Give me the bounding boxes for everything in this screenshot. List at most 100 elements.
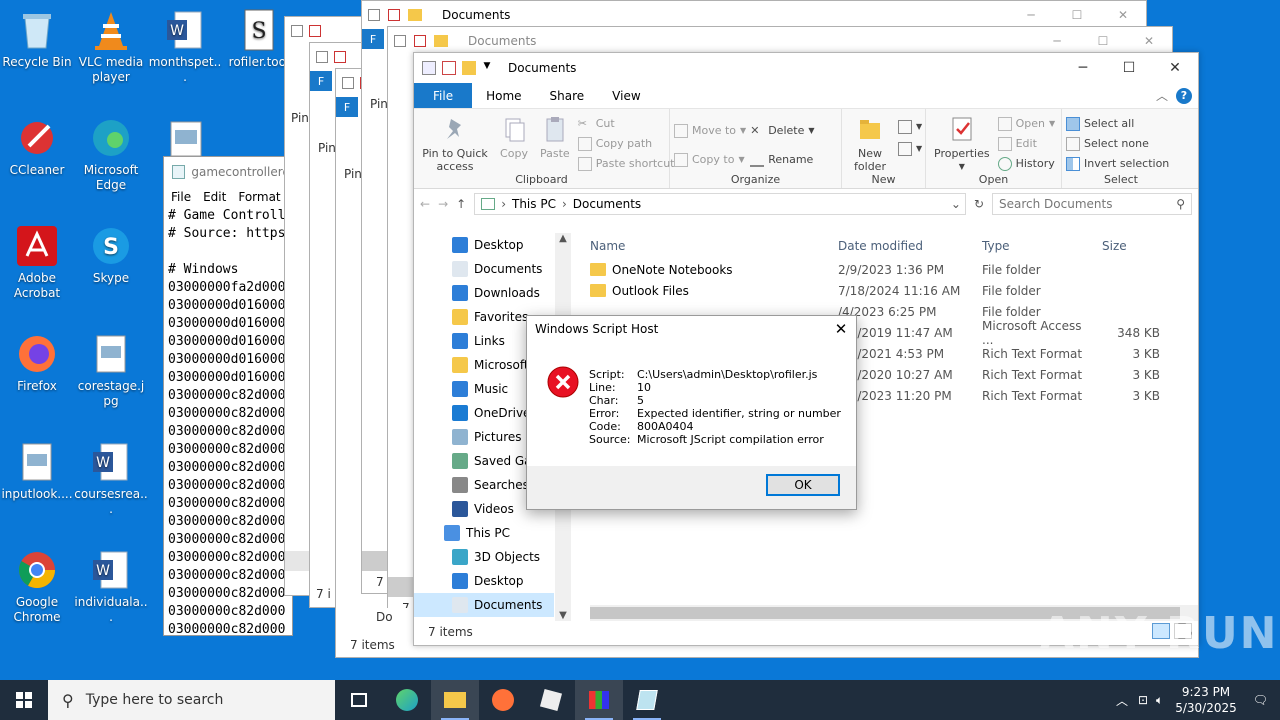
- select-all-button[interactable]: Select all: [1066, 115, 1169, 132]
- new-folder-button[interactable]: New folder: [846, 113, 894, 173]
- tab-home[interactable]: Home: [472, 83, 535, 108]
- move-to-button[interactable]: Move to ▼: [674, 121, 746, 140]
- task-view-button[interactable]: [335, 680, 383, 720]
- clock[interactable]: 9:23 PM 5/30/2025: [1167, 684, 1245, 716]
- search-input[interactable]: Search Documents: [999, 197, 1112, 211]
- file-tab[interactable]: F: [336, 97, 358, 117]
- maximize-button[interactable]: ☐: [1054, 8, 1100, 22]
- column-name[interactable]: Name: [572, 239, 832, 253]
- nav-item[interactable]: Desktop: [414, 569, 554, 593]
- dialog-close-button[interactable]: ✕: [826, 320, 856, 338]
- taskbar-notepad[interactable]: [623, 680, 671, 720]
- file-row[interactable]: Outlook Files 7/18/2024 11:16 AM File fold…: [572, 280, 1192, 301]
- copy-to-button[interactable]: Copy to ▼: [674, 150, 746, 169]
- properties-button[interactable]: Properties ▼: [930, 113, 994, 172]
- network-icon[interactable]: ⊡: [1134, 693, 1152, 707]
- paste-shortcut-button[interactable]: Paste shortcut: [577, 155, 675, 172]
- nav-item[interactable]: Desktop: [414, 233, 554, 257]
- close-button[interactable]: ✕: [1126, 34, 1172, 48]
- close-button[interactable]: ✕: [1152, 53, 1198, 83]
- taskbar-search[interactable]: ⚲ Type here to search: [48, 680, 335, 720]
- nav-item[interactable]: 3D Objects: [414, 545, 554, 569]
- forward-arrow-icon[interactable]: →: [438, 197, 448, 211]
- copy-path-button[interactable]: Copy path: [577, 135, 675, 152]
- chevron-up-icon[interactable]: ︿: [1110, 692, 1134, 709]
- taskbar-search-input[interactable]: Type here to search: [86, 692, 224, 708]
- speaker-icon[interactable]: 🔈︎: [1152, 693, 1167, 708]
- column-size[interactable]: Size: [1096, 239, 1166, 253]
- invert-selection-button[interactable]: Invert selection: [1066, 155, 1169, 172]
- nav-item[interactable]: This PC: [414, 521, 554, 545]
- new-item-button[interactable]: ▼: [898, 117, 922, 136]
- up-arrow-icon[interactable]: ↑: [456, 197, 466, 211]
- properties-quick-icon[interactable]: [422, 61, 436, 75]
- address-bar[interactable]: › This PC › Documents ⌄: [474, 193, 966, 215]
- notification-icon[interactable]: 🗨︎: [1245, 693, 1280, 707]
- easy-access-button[interactable]: ▼: [898, 139, 922, 158]
- nav-item[interactable]: Documents: [414, 257, 554, 281]
- taskbar-app-roblox[interactable]: [527, 680, 575, 720]
- minimize-button[interactable]: ─: [1034, 34, 1080, 48]
- file-row[interactable]: OneNote Notebooks 2/9/2023 1:36 PM File fo…: [572, 259, 1192, 280]
- desktop-icon-acrobat[interactable]: Adobe Acrobat: [0, 224, 74, 301]
- minimize-button[interactable]: ─: [1008, 8, 1054, 22]
- history-button[interactable]: History: [997, 155, 1056, 172]
- taskbar-firefox[interactable]: [479, 680, 527, 720]
- column-date-modified[interactable]: Date modified: [832, 239, 976, 253]
- edit-button[interactable]: Edit: [997, 135, 1056, 152]
- taskbar-file-explorer[interactable]: [431, 680, 479, 720]
- notepad-menu-edit[interactable]: Edit: [203, 190, 226, 204]
- desktop-icon-inputlook[interactable]: inputlook....: [0, 440, 74, 502]
- nav-item[interactable]: Documents: [414, 593, 554, 617]
- file-tab[interactable]: F: [362, 29, 384, 49]
- refresh-icon[interactable]: ↻: [974, 197, 984, 211]
- wsh-error-dialog[interactable]: Windows Script Host ✕ Script: C:\Users\ad…: [526, 315, 857, 510]
- start-button[interactable]: [0, 680, 48, 720]
- cut-button[interactable]: ✂ Cut: [578, 115, 675, 132]
- file-tab[interactable]: F: [310, 71, 332, 91]
- desktop-icon-corestage[interactable]: corestage.jpg: [74, 332, 148, 409]
- copy-button[interactable]: Copy: [496, 113, 532, 172]
- chevron-down-icon[interactable]: ▼: [482, 61, 492, 75]
- taskbar-script-host[interactable]: [575, 680, 623, 720]
- notepad-menu-format[interactable]: Format: [238, 190, 280, 204]
- desktop-icon-ccleaner[interactable]: CCleaner: [0, 116, 74, 178]
- notepad-window[interactable]: gamecontrollerdb File Edit Format # Game…: [163, 156, 293, 639]
- minimize-button[interactable]: ─: [1060, 53, 1106, 83]
- breadcrumb-documents[interactable]: Documents: [573, 197, 641, 211]
- open-button[interactable]: Open ▼: [997, 115, 1055, 132]
- select-none-button[interactable]: Select none: [1066, 135, 1169, 152]
- taskbar-edge[interactable]: [383, 680, 431, 720]
- breadcrumb-this-pc[interactable]: This PC: [512, 197, 556, 211]
- desktop-icon-individuala[interactable]: W individuala...: [74, 548, 148, 625]
- desktop-icon-recycle-bin[interactable]: Recycle Bin: [0, 8, 74, 70]
- paste-button[interactable]: Paste: [536, 113, 574, 172]
- delete-button[interactable]: ✕ Delete ▼: [750, 121, 814, 140]
- maximize-button[interactable]: ☐: [1106, 53, 1152, 83]
- collapse-ribbon-icon[interactable]: ︿: [1156, 87, 1168, 104]
- notepad-menu-file[interactable]: File: [171, 190, 191, 204]
- tab-view[interactable]: View: [598, 83, 654, 108]
- address-dropdown-icon[interactable]: ⌄: [951, 197, 965, 211]
- search-box[interactable]: Search Documents ⚲: [992, 193, 1192, 215]
- desktop-icon-edge[interactable]: Microsoft Edge: [74, 116, 148, 193]
- desktop-icon-skype[interactable]: S Skype: [74, 224, 148, 286]
- close-button[interactable]: ✕: [1100, 8, 1146, 22]
- tab-share[interactable]: Share: [536, 83, 599, 108]
- checkmark-quick-icon[interactable]: [442, 61, 456, 75]
- desktop-icon-monthspet[interactable]: W monthspet...: [148, 8, 222, 85]
- ok-button[interactable]: OK: [766, 474, 840, 496]
- back-arrow-icon[interactable]: ←: [420, 197, 430, 211]
- nav-item[interactable]: Downloads: [414, 281, 554, 305]
- column-type[interactable]: Type: [976, 239, 1096, 253]
- pin-to-quick-access-button[interactable]: Pin to Quick access: [418, 113, 492, 173]
- tab-file[interactable]: File: [414, 83, 473, 108]
- rename-button[interactable]: Rename: [750, 150, 814, 169]
- help-icon[interactable]: ?: [1176, 87, 1192, 104]
- notepad-text-area[interactable]: # Game Controll # Source: https # Windows 0…: [164, 207, 292, 639]
- new-folder-quick-icon[interactable]: [462, 61, 476, 75]
- desktop-icon-vlc[interactable]: VLC media player: [74, 8, 148, 85]
- maximize-button[interactable]: ☐: [1080, 34, 1126, 48]
- desktop-icon-firefox[interactable]: Firefox: [0, 332, 74, 394]
- desktop-icon-coursesrea[interactable]: W coursesrea...: [74, 440, 148, 517]
